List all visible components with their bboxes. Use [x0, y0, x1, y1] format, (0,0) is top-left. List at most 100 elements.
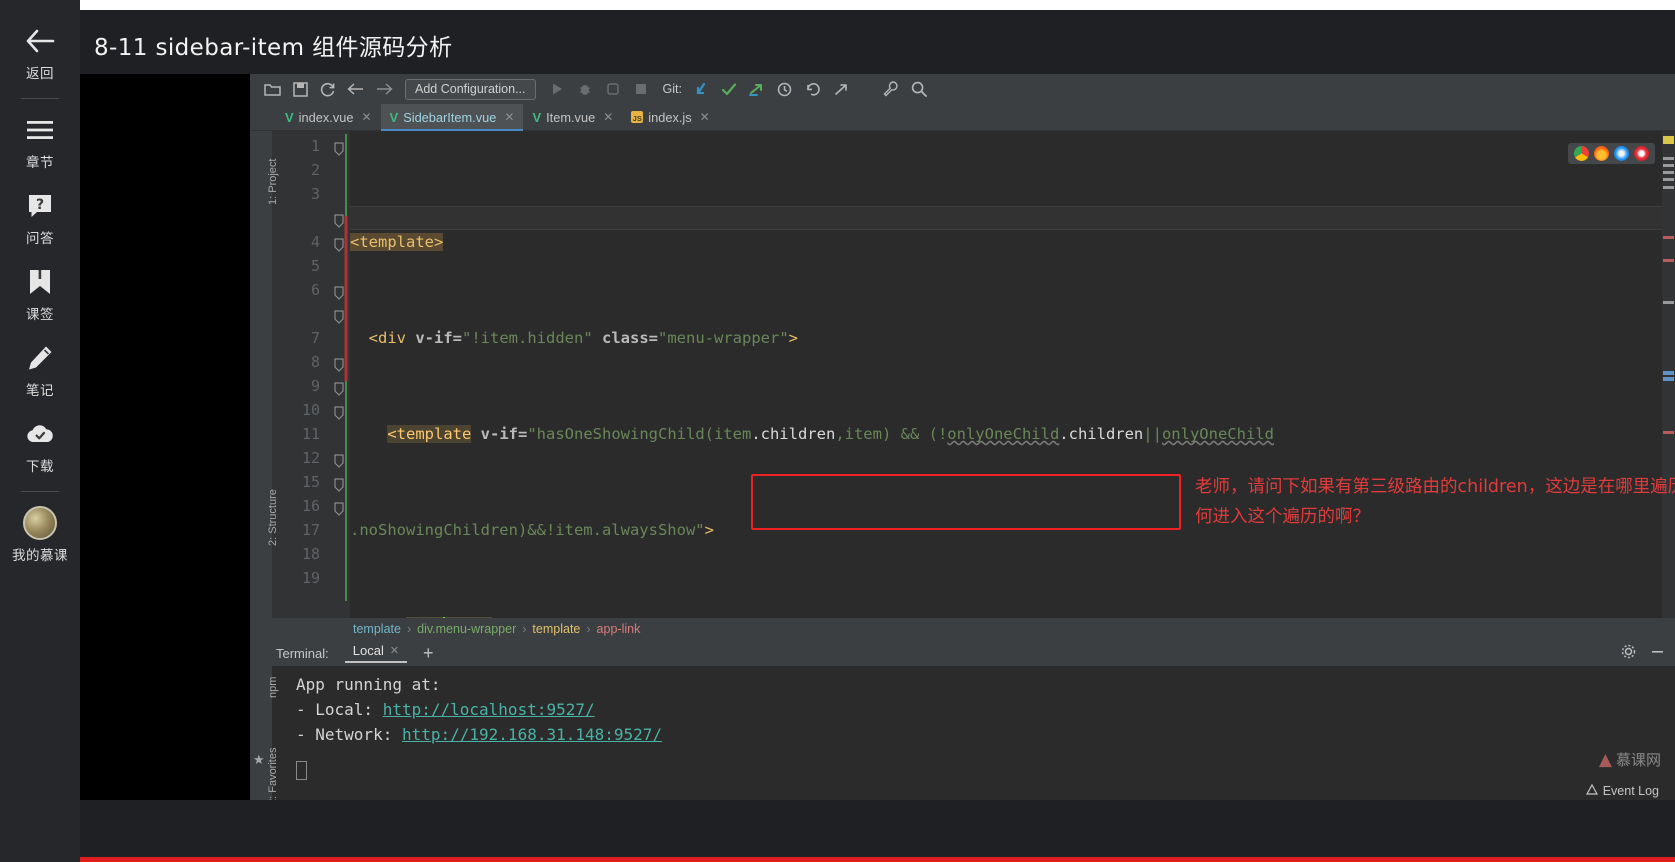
run-icon[interactable] [543, 77, 571, 101]
safari-icon[interactable] [1614, 146, 1629, 161]
tab-label: index.vue [298, 109, 354, 125]
breadcrumb[interactable]: template › div.menu-wrapper › template ›… [250, 618, 1675, 640]
sync-icon[interactable] [314, 77, 342, 101]
push-icon[interactable] [743, 77, 771, 101]
sidebar-item-back[interactable]: 返回 [0, 24, 80, 82]
tool-window-npm[interactable]: npm [267, 677, 279, 698]
marker-info[interactable] [1663, 371, 1674, 375]
open-folder-icon[interactable] [258, 77, 286, 101]
opera-icon[interactable] [1634, 146, 1649, 161]
terminal-tab-label: Local [352, 643, 384, 658]
code-content[interactable]: <template> <div v-if="!item.hidden" clas… [350, 131, 1675, 618]
watermark-label: 慕课网 [1615, 751, 1661, 769]
line-number: 11 [301, 425, 320, 443]
terminal-line-local: - Local: http://localhost:9527/ [296, 700, 595, 719]
breadcrumb-item-template2[interactable]: template [532, 622, 580, 636]
back-icon[interactable] [342, 77, 370, 101]
marker-warning[interactable] [1663, 136, 1674, 144]
forward-icon[interactable] [370, 77, 398, 101]
search-icon[interactable] [905, 77, 933, 101]
marker-change[interactable] [1663, 186, 1674, 189]
code-folding-column[interactable] [328, 131, 350, 618]
marker-error[interactable] [1663, 259, 1674, 262]
marker-info[interactable] [1663, 377, 1674, 381]
firefox-icon[interactable] [1594, 146, 1609, 161]
avatar-icon [23, 506, 57, 540]
local-url-link[interactable]: http://localhost:9527/ [383, 700, 595, 719]
breadcrumb-separator: › [406, 622, 412, 636]
line-number: 6 [310, 281, 320, 299]
video-progress-bar[interactable] [0, 857, 1675, 862]
network-url-link[interactable]: http://192.168.31.148:9527/ [402, 725, 662, 744]
update-project-icon[interactable] [687, 77, 715, 101]
run-coverage-icon[interactable] [599, 77, 627, 101]
share-icon[interactable] [827, 77, 855, 101]
terminal-line-network: - Network: http://192.168.31.148:9527/ [296, 725, 663, 744]
add-configuration-button[interactable]: Add Configuration... [405, 78, 536, 100]
line-number: 17 [301, 521, 320, 539]
history-icon[interactable] [771, 77, 799, 101]
save-icon[interactable] [286, 77, 314, 101]
gear-icon[interactable] [1621, 644, 1636, 662]
close-icon[interactable]: ✕ [390, 644, 399, 657]
marker-change[interactable] [1663, 301, 1674, 304]
close-icon[interactable]: ✕ [700, 110, 710, 124]
video-stage[interactable]: Add Configuration... Git: V index.vue ✕ … [75, 74, 1675, 800]
tab-sidebaritem-vue[interactable]: V SidebarItem.vue ✕ [380, 104, 524, 131]
sidebar-item-bookmark[interactable]: 课签 [0, 265, 80, 323]
tab-index-vue[interactable]: V index.vue ✕ [276, 104, 381, 130]
line-number-gutter: 1 2 3 4 5 6 7 8 9 10 11 12 15 16 17 18 1… [272, 131, 328, 618]
marker-change[interactable] [1663, 164, 1674, 167]
close-icon[interactable]: ✕ [603, 110, 613, 124]
sidebar-item-qa[interactable]: ? 问答 [0, 189, 80, 247]
code-editor[interactable]: 1: Project 2: Structure 1 2 3 4 5 6 7 8 … [250, 131, 1675, 618]
status-event-log[interactable]: Event Log [1585, 783, 1659, 798]
marker-error[interactable] [1663, 431, 1674, 434]
browser-launch-popup[interactable] [1568, 143, 1655, 164]
sidebar-item-download[interactable]: 下载 [0, 417, 80, 475]
close-icon[interactable]: ✕ [361, 110, 371, 124]
minimize-icon[interactable] [1650, 644, 1665, 662]
marker-change[interactable] [1663, 157, 1674, 160]
breadcrumb-item-div[interactable]: div.menu-wrapper [417, 622, 516, 636]
code-line-3a: <template v-if="hasOneShowingChild(item.… [387, 425, 1274, 443]
marker-change[interactable] [1663, 171, 1674, 174]
pencil-icon [23, 341, 57, 375]
editor-tab-bar: V index.vue ✕ V SidebarItem.vue ✕ V Item… [250, 104, 1675, 131]
commit-icon[interactable] [715, 77, 743, 101]
tool-window-project[interactable]: 1: Project [267, 159, 279, 205]
top-white-band [0, 0, 1675, 10]
line-number: 9 [310, 377, 320, 395]
current-line-highlight [350, 206, 1675, 230]
terminal-tab-local[interactable]: Local ✕ [344, 643, 408, 663]
imooc-watermark: ▲ 慕课网 [1599, 749, 1661, 770]
sidebar-item-chapters[interactable]: 章节 [0, 113, 80, 171]
close-icon[interactable]: ✕ [504, 110, 514, 124]
sidebar-item-my-imooc[interactable]: 我的慕课 [0, 506, 80, 564]
terminal-label: Terminal: [276, 645, 329, 661]
marker-error[interactable] [1663, 236, 1674, 239]
line-number: 1 [310, 137, 320, 155]
chrome-icon[interactable] [1574, 146, 1589, 161]
editor-marker-bar[interactable] [1662, 131, 1675, 618]
tab-item-vue[interactable]: V Item.vue ✕ [523, 104, 622, 130]
favorites-star-icon[interactable]: ★ [253, 752, 265, 768]
line-number: 4 [310, 233, 320, 251]
sidebar-label-chapters: 章节 [26, 155, 54, 171]
tab-index-js[interactable]: JS index.js ✕ [622, 104, 718, 130]
breadcrumb-item-app-link[interactable]: app-link [597, 622, 641, 636]
sidebar-item-notes[interactable]: 笔记 [0, 341, 80, 399]
wrench-icon[interactable] [877, 77, 905, 101]
line-number: 5 [310, 257, 320, 275]
marker-change[interactable] [1663, 178, 1674, 181]
breadcrumb-item-template[interactable]: template [353, 622, 401, 636]
terminal-output[interactable]: App running at: - Local: http://localhos… [250, 666, 1675, 800]
add-terminal-button[interactable]: + [423, 643, 434, 664]
tool-window-structure[interactable]: 2: Structure [267, 489, 279, 546]
tool-window-favorites[interactable]: 2: Favorites [267, 748, 279, 800]
annotation-line-2: 何进入这个遍历的啊？ [1195, 507, 1370, 527]
line-number: 12 [301, 449, 320, 467]
rollback-icon[interactable] [799, 77, 827, 101]
stop-icon[interactable] [627, 77, 655, 101]
debug-icon[interactable] [571, 77, 599, 101]
